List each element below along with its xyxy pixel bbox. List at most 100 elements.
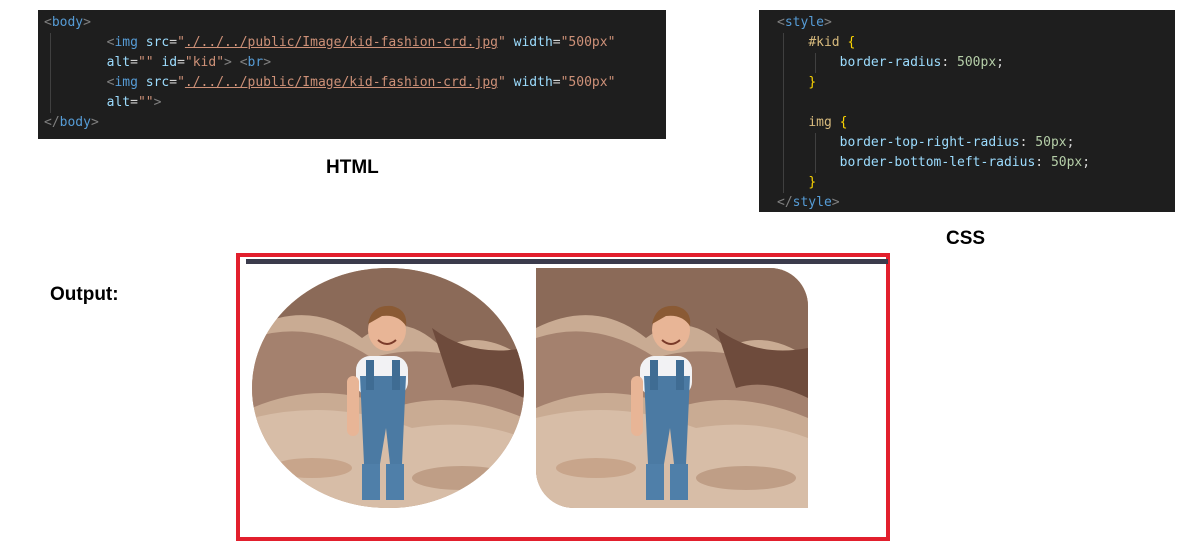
kid-photo-oval xyxy=(252,268,524,508)
indent-guide xyxy=(783,133,784,153)
code-token: style xyxy=(792,195,832,210)
code-line: alt="" id="kid"> <br> xyxy=(44,53,666,73)
css-code-panel: <style> #kid { border-radius: 500px; } i… xyxy=(759,10,1175,212)
code-token: ; xyxy=(1082,155,1091,170)
code-line: <body> xyxy=(44,13,666,33)
code-token: = xyxy=(169,75,178,90)
code-token: </ xyxy=(777,195,793,210)
code-token: > xyxy=(823,15,832,30)
code-token: width xyxy=(513,35,553,50)
code-line: </body> xyxy=(44,113,666,133)
output-preview-frame xyxy=(236,253,890,541)
code-token: 50px xyxy=(1050,155,1083,170)
html-code-panel: <body> <img src="./../../public/Image/ki… xyxy=(38,10,666,139)
code-token: </ xyxy=(44,115,60,130)
code-token: src xyxy=(145,35,170,50)
code-token: 50px xyxy=(1035,135,1067,150)
code-token: : xyxy=(1019,135,1028,150)
code-token: = xyxy=(130,55,138,70)
output-label: Output: xyxy=(50,284,119,305)
code-token: "kid" xyxy=(184,55,225,70)
indent-guide xyxy=(815,153,816,173)
code-token: = xyxy=(552,75,561,90)
code-token: < xyxy=(44,15,52,30)
code-token: src xyxy=(145,75,170,90)
code-token: ; xyxy=(1066,135,1075,150)
code-token: 500px xyxy=(957,55,997,70)
code-token: : xyxy=(1035,155,1044,170)
code-token: < xyxy=(777,15,785,30)
code-line: </style> xyxy=(777,193,1175,212)
code-line: } xyxy=(777,73,1175,93)
code-line: img { xyxy=(777,113,1175,133)
indent-guide xyxy=(50,33,51,53)
code-token: border-bottom-left-radius xyxy=(839,155,1036,170)
code-line: border-radius: 500px; xyxy=(777,53,1175,73)
code-token: > xyxy=(263,55,272,70)
code-token: " xyxy=(497,75,506,90)
code-token: : xyxy=(941,55,950,70)
code-link[interactable]: ./../../public/Image/kid-fashion-crd.jpg xyxy=(185,35,498,50)
code-line: border-top-right-radius: 50px; xyxy=(777,133,1175,153)
code-token: body xyxy=(51,15,84,30)
indent-guide xyxy=(783,53,784,73)
indent-guide xyxy=(783,73,784,93)
code-token: alt xyxy=(106,55,131,70)
code-token: = xyxy=(177,55,185,70)
indent-guide xyxy=(783,173,784,193)
kid-photo-image xyxy=(536,268,808,508)
code-token: style xyxy=(784,15,824,30)
code-line: <img src="./../../public/Image/kid-fashi… xyxy=(44,33,666,53)
code-token: " xyxy=(177,35,185,50)
code-token: { xyxy=(847,35,856,50)
code-token: " xyxy=(497,35,506,50)
code-line: border-bottom-left-radius: 50px; xyxy=(777,153,1175,173)
indent-guide xyxy=(783,113,784,133)
indent-guide xyxy=(783,153,784,173)
code-link[interactable]: ./../../public/Image/kid-fashion-crd.jpg xyxy=(185,75,498,90)
code-token: = xyxy=(169,35,178,50)
code-token: alt xyxy=(106,95,131,110)
kid-photo-rounded xyxy=(536,268,808,508)
code-token: > xyxy=(90,115,99,130)
browser-top-bar xyxy=(246,259,888,264)
code-token: ; xyxy=(996,55,1004,70)
code-token: img xyxy=(114,35,138,50)
code-token: } xyxy=(808,175,817,190)
code-token: = xyxy=(552,35,561,50)
indent-guide xyxy=(50,53,51,73)
code-token: "500px" xyxy=(560,75,616,90)
code-line: } xyxy=(777,173,1175,193)
indent-guide xyxy=(815,53,816,73)
code-token: body xyxy=(59,115,91,130)
code-token: img xyxy=(114,75,138,90)
code-line xyxy=(777,93,1175,113)
indent-guide xyxy=(783,93,784,113)
kid-photo-image xyxy=(252,268,524,508)
code-token: = xyxy=(130,95,138,110)
code-line: alt=""> xyxy=(44,93,666,113)
code-line: <img src="./../../public/Image/kid-fashi… xyxy=(44,73,666,93)
html-label: HTML xyxy=(326,157,379,178)
indent-guide xyxy=(50,93,51,113)
code-token: { xyxy=(839,115,848,130)
code-line: #kid { xyxy=(777,33,1175,53)
code-token: > xyxy=(831,195,840,210)
code-token: > xyxy=(224,55,232,70)
code-token: "" xyxy=(137,55,154,70)
code-token: border-radius xyxy=(839,55,942,70)
code-token: "500px" xyxy=(560,35,616,50)
code-token: img xyxy=(808,115,832,130)
indent-guide xyxy=(783,33,784,53)
code-token: width xyxy=(513,75,553,90)
code-token: br xyxy=(247,55,264,70)
code-token: id xyxy=(161,55,178,70)
code-token: > xyxy=(83,15,91,30)
code-token: border-top-right-radius xyxy=(839,135,1020,150)
indent-guide xyxy=(50,73,51,93)
code-token: " xyxy=(177,75,185,90)
code-token: "" xyxy=(137,95,154,110)
code-token: > xyxy=(153,95,162,110)
code-token: #kid xyxy=(808,35,840,50)
indent-guide xyxy=(815,133,816,153)
